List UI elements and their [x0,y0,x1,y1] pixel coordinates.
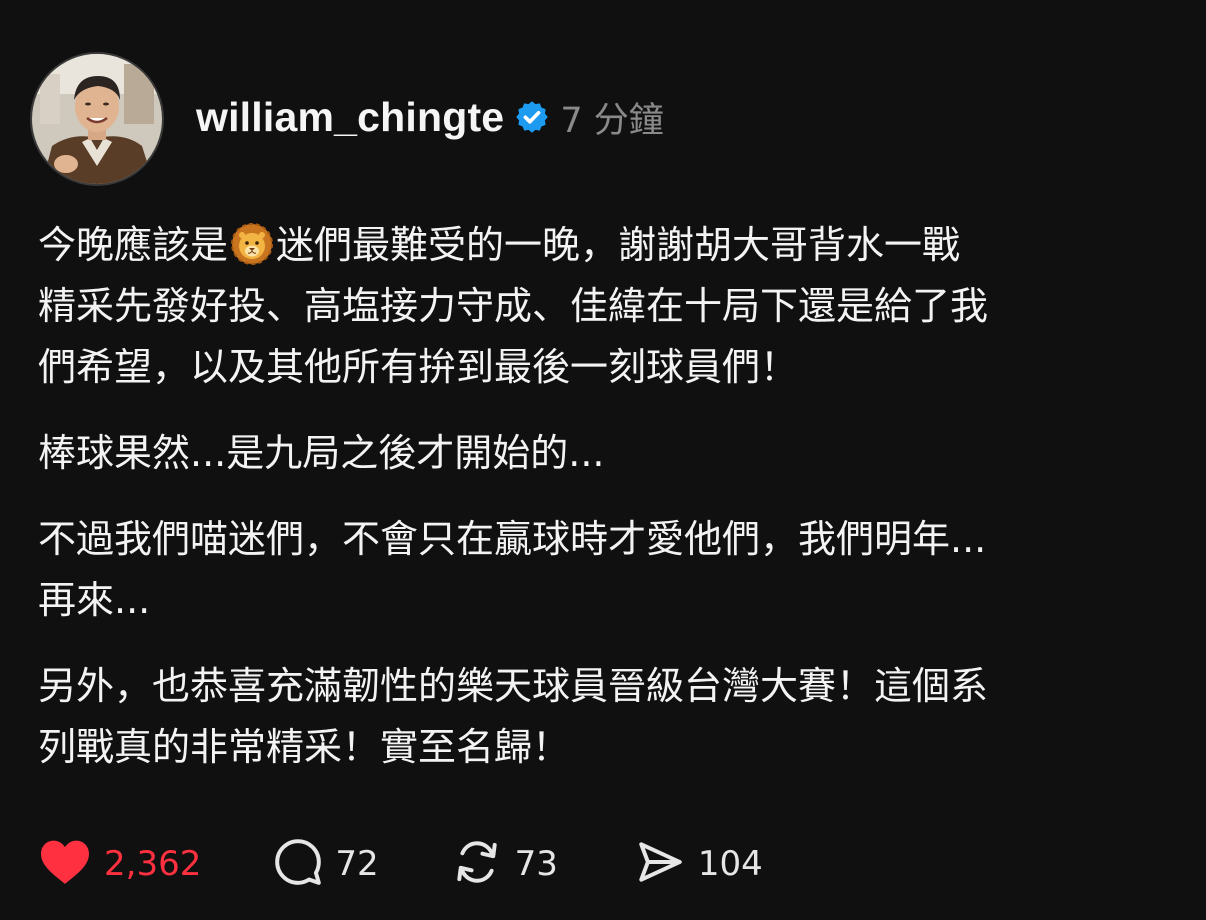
paragraph-text: 今晚應該是 [38,223,229,267]
username[interactable]: william_chingte [196,94,504,141]
post-body: 今晚應該是 迷們最難受的一晚，謝謝胡大哥背水一戰 精采先發好投、高塩接力守成、佳… [38,215,1178,803]
reply-button[interactable]: 72 [273,837,379,891]
post-paragraph: 不過我們喵迷們，不會只在贏球時才愛他們，我們明年... 再來... [38,517,987,622]
heart-icon [38,838,92,890]
avatar[interactable] [30,52,164,186]
post-paragraph: 棒球果然...是九局之後才開始的... [38,431,605,475]
verified-badge-icon [514,99,550,135]
reply-count: 72 [335,844,379,884]
post-header: william_chingte 7 分鐘 [30,52,664,186]
post-timestamp: 7 分鐘 [560,100,664,141]
comment-icon [273,837,323,891]
repost-count: 73 [514,844,558,884]
repost-icon [451,837,503,891]
like-count: 2,362 [104,844,202,884]
send-icon [634,837,686,891]
share-button[interactable]: 104 [634,837,763,891]
avatar-photo [32,54,162,184]
author-meta: william_chingte 7 分鐘 [196,92,664,143]
lion-face-icon [230,222,274,266]
repost-button[interactable]: 73 [451,837,558,891]
post-actions: 2,362 72 73 104 [38,834,763,894]
share-count: 104 [697,844,763,884]
threads-post: william_chingte 7 分鐘 今晚應該是 迷們最難受的一晚，謝謝胡大… [0,0,1206,920]
like-button[interactable]: 2,362 [38,838,201,890]
post-paragraph: 另外，也恭喜充滿韌性的樂天球員晉級台灣大賽！這個系 列戰真的非常精采！實至名歸！ [38,664,989,769]
post-paragraph: 今晚應該是 迷們最難受的一晚，謝謝胡大哥背水一戰 精采先發好投、高塩接力守成、佳… [38,215,1178,398]
